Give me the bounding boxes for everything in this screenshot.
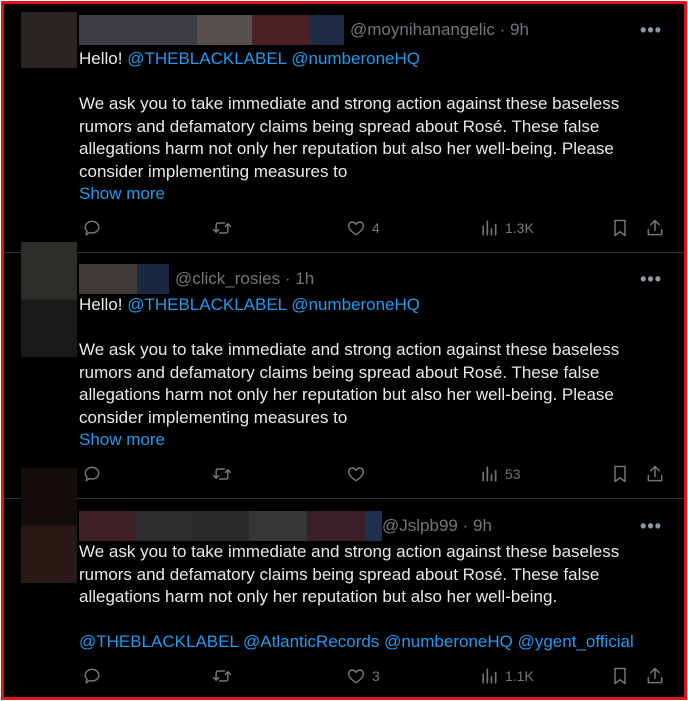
views-icon xyxy=(482,220,497,236)
avatar[interactable] xyxy=(21,242,77,357)
tweet-actions: 4 1.3K xyxy=(79,218,669,244)
like-count: 4 xyxy=(372,220,380,236)
mention-link[interactable]: @numberoneHQ xyxy=(291,49,420,68)
display-name-redacted[interactable] xyxy=(79,15,344,45)
tweet-text: We ask you to take immediate and strong … xyxy=(79,541,649,654)
timestamp[interactable]: 9h xyxy=(510,20,529,39)
views-button[interactable]: 1.3K xyxy=(479,218,534,238)
greeting-line: Hello! @THEBLACKLABEL @numberoneHQ xyxy=(79,295,421,314)
views-button[interactable]: 53 xyxy=(479,464,521,484)
handle[interactable]: @click_rosies xyxy=(175,269,280,288)
retweet-button[interactable] xyxy=(212,218,232,238)
mention-link[interactable]: @numberoneHQ xyxy=(384,632,513,651)
view-count: 53 xyxy=(505,466,521,482)
bookmark-button[interactable] xyxy=(610,464,630,484)
display-name-redacted[interactable] xyxy=(79,511,382,541)
views-button[interactable]: 1.1K xyxy=(479,666,534,686)
more-icon[interactable]: ••• xyxy=(640,516,662,537)
screenshot-frame: @moynihanangelic · 9h ••• Hello! @THEBLA… xyxy=(1,1,687,700)
retweet-icon xyxy=(212,468,232,480)
like-icon xyxy=(347,669,365,684)
tweet-text: Hello! @THEBLACKLABEL @numberoneHQ We as… xyxy=(79,294,649,452)
retweet-button[interactable] xyxy=(212,666,232,686)
bookmark-icon xyxy=(614,465,626,483)
reply-button[interactable] xyxy=(82,666,102,686)
retweet-icon xyxy=(212,222,232,234)
like-button[interactable] xyxy=(346,464,372,484)
tweet-paragraph: We ask you to take immediate and strong … xyxy=(79,542,620,606)
more-icon[interactable]: ••• xyxy=(640,269,662,290)
tweet-text: Hello! @THEBLACKLABEL @numberoneHQ We as… xyxy=(79,48,649,206)
like-icon xyxy=(347,467,365,482)
handle[interactable]: @Jslpb99 xyxy=(382,516,458,535)
tweet-header: @Jslpb99 · 9h xyxy=(79,511,492,541)
bookmark-button[interactable] xyxy=(610,218,630,238)
mention-link[interactable]: @THEBLACKLABEL xyxy=(79,632,238,651)
tweet-actions: 53 xyxy=(79,464,669,490)
like-button[interactable]: 4 xyxy=(346,218,380,238)
tweet-1[interactable]: @moynihanangelic · 9h ••• Hello! @THEBLA… xyxy=(4,4,684,252)
more-icon[interactable]: ••• xyxy=(640,20,662,41)
share-button[interactable] xyxy=(645,666,665,686)
mention-link[interactable]: @AtlanticRecords xyxy=(243,632,379,651)
avatar[interactable] xyxy=(21,468,77,583)
tweet-paragraph: We ask you to take immediate and strong … xyxy=(79,94,620,181)
display-name-redacted[interactable] xyxy=(79,264,169,294)
share-icon xyxy=(647,219,663,236)
like-icon xyxy=(347,221,365,236)
tweet-paragraph: We ask you to take immediate and strong … xyxy=(79,340,620,427)
view-count: 1.1K xyxy=(505,668,534,684)
handle[interactable]: @moynihanangelic xyxy=(350,20,495,39)
reply-icon xyxy=(84,220,100,236)
retweet-icon xyxy=(212,670,232,682)
reply-button[interactable] xyxy=(82,218,102,238)
tweet-header: @moynihanangelic · 9h xyxy=(79,15,529,45)
views-icon xyxy=(482,466,497,482)
like-count: 3 xyxy=(372,668,380,684)
share-icon xyxy=(647,465,663,482)
show-more-link[interactable]: Show more xyxy=(79,183,649,206)
mention-link[interactable]: @THEBLACKLABEL xyxy=(127,49,286,68)
tweet-actions: 3 1.1K xyxy=(79,666,669,692)
views-icon xyxy=(482,668,497,684)
reply-icon xyxy=(84,466,100,482)
tweet-2[interactable]: @click_rosies · 1h ••• Hello! @THEBLACKL… xyxy=(4,242,684,498)
show-more-link[interactable]: Show more xyxy=(79,429,649,452)
mention-link[interactable]: @numberoneHQ xyxy=(291,295,420,314)
reply-icon xyxy=(84,668,100,684)
tweet-3[interactable]: @Jslpb99 · 9h ••• We ask you to take imm… xyxy=(4,468,684,697)
mentions-line: @THEBLACKLABEL @AtlanticRecords @numbero… xyxy=(79,631,649,654)
share-button[interactable] xyxy=(645,464,665,484)
tweet-meta: @Jslpb99 · 9h xyxy=(382,516,492,535)
timestamp[interactable]: 1h xyxy=(295,269,314,288)
view-count: 1.3K xyxy=(505,220,534,236)
mention-link[interactable]: @THEBLACKLABEL xyxy=(127,295,286,314)
share-button[interactable] xyxy=(645,218,665,238)
share-icon xyxy=(647,667,663,684)
retweet-button[interactable] xyxy=(212,464,232,484)
avatar[interactable] xyxy=(21,12,77,68)
mention-link[interactable]: @ygent_official xyxy=(518,632,634,651)
timestamp[interactable]: 9h xyxy=(473,516,492,535)
greeting-line: Hello! @THEBLACKLABEL @numberoneHQ xyxy=(79,49,421,68)
reply-button[interactable] xyxy=(82,464,102,484)
bookmark-icon xyxy=(614,219,626,237)
tweet-meta: @moynihanangelic · 9h xyxy=(350,20,529,39)
tweet-meta: @click_rosies · 1h xyxy=(175,269,315,288)
bookmark-icon xyxy=(614,667,626,685)
like-button[interactable]: 3 xyxy=(346,666,380,686)
tweet-header: @click_rosies · 1h xyxy=(79,264,315,294)
bookmark-button[interactable] xyxy=(610,666,630,686)
